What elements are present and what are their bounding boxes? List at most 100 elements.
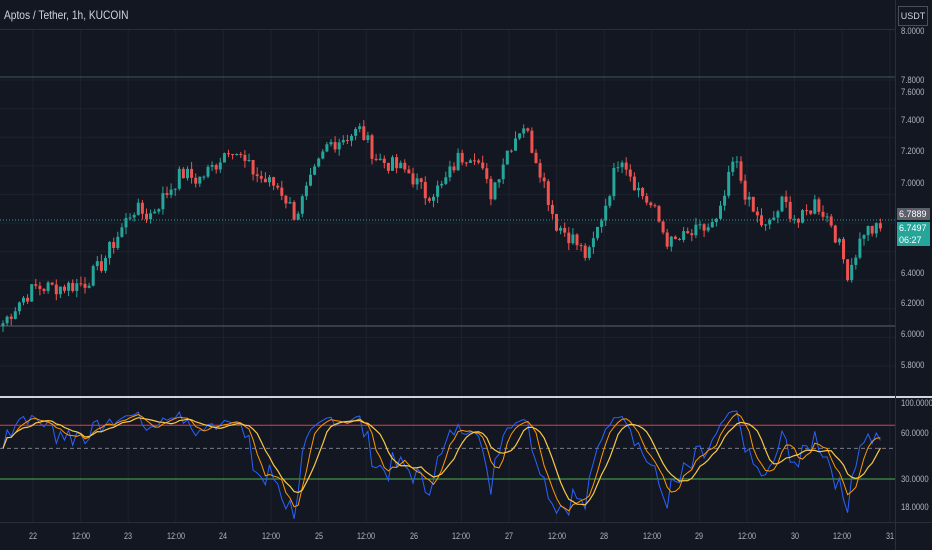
candle-body (145, 213, 148, 220)
candle-body (444, 177, 448, 184)
candle-body (727, 171, 731, 196)
candle-body (276, 185, 280, 188)
candle-body (259, 176, 263, 179)
candle-body (112, 242, 116, 248)
candle-body (153, 211, 157, 214)
candle-body (419, 178, 423, 182)
candle-body (50, 282, 54, 285)
candle-body (108, 242, 112, 259)
candle-body (157, 209, 161, 212)
candle-body (661, 221, 665, 233)
candle-body (333, 142, 337, 150)
time-tick: 26 (409, 531, 418, 541)
candle-body (222, 153, 226, 163)
candle-body (206, 166, 210, 177)
candle-body (596, 226, 599, 239)
candle-body (874, 223, 878, 234)
time-tick: 31 (885, 531, 894, 541)
candle-body (854, 257, 858, 265)
price-chart[interactable] (0, 0, 895, 522)
current-price-label: 6.7497 (897, 222, 930, 234)
candle-body (497, 179, 501, 183)
candle-body (161, 193, 165, 210)
candle-body (272, 177, 276, 186)
candle-body (415, 178, 419, 185)
candle-body (26, 297, 30, 302)
candle-body (665, 232, 669, 247)
rsi-tick: 100.0000 (901, 398, 932, 408)
candle-body (366, 135, 370, 140)
candle-body (600, 220, 604, 227)
candle-body (493, 182, 497, 200)
rsi-tick: 60.0000 (901, 428, 929, 438)
candle-body (735, 161, 739, 163)
candle-body (42, 288, 46, 292)
time-tick: 23 (124, 531, 133, 541)
candle-body (653, 205, 657, 207)
candle-body (669, 236, 673, 247)
candle-body (686, 231, 690, 234)
candle-body (341, 140, 345, 143)
candle-body (784, 196, 788, 202)
candle-body (641, 187, 645, 197)
time-tick: 12:00 (642, 531, 661, 541)
price-tick: 5.8000 (901, 360, 925, 370)
candle-body (604, 205, 608, 221)
candle-body (71, 282, 75, 291)
time-tick: 12:00 (166, 531, 185, 541)
time-tick: 27 (504, 531, 514, 541)
candle-body (501, 164, 505, 180)
candle-body (747, 196, 751, 200)
candle-body (251, 159, 255, 175)
candle-body (317, 158, 321, 167)
candle-body (304, 185, 308, 197)
candle-body (214, 165, 218, 170)
candle-body (17, 302, 21, 312)
candle-body (378, 158, 382, 160)
candle-body (358, 126, 362, 129)
candle-body (489, 178, 493, 200)
candle-body (104, 258, 107, 271)
candle-body (694, 224, 698, 236)
candle-body (477, 160, 481, 163)
time-tick: 12:00 (547, 531, 566, 541)
candle-body (149, 213, 153, 220)
candle-body (825, 216, 829, 218)
candle-body (522, 128, 526, 134)
price-tick: 8.0000 (901, 26, 925, 36)
candle-body (427, 198, 431, 201)
candle-body (542, 177, 546, 182)
candle-body (63, 286, 66, 291)
candle-countdown: 06:27 (897, 234, 930, 246)
candle-body (538, 163, 542, 178)
candle-body (649, 202, 653, 206)
candle-body (58, 286, 62, 295)
candle-body (632, 176, 636, 191)
time-tick: 12:00 (71, 531, 90, 541)
rsi-ma-line (2, 413, 881, 512)
candle-body (95, 261, 99, 267)
candle-body (448, 166, 452, 178)
candle-body (464, 162, 468, 164)
candle-body (362, 126, 366, 140)
candle-body (239, 154, 243, 156)
candle-body (181, 168, 185, 179)
candle-body (518, 133, 522, 139)
time-tick: 12:00 (833, 531, 852, 541)
candle-body (862, 235, 866, 239)
candle-body (563, 227, 567, 233)
currency-button[interactable]: USDT (898, 6, 928, 26)
candle-body (567, 232, 571, 244)
candle-body (731, 161, 735, 172)
price-tick: 6.0000 (901, 329, 925, 339)
candle-body (837, 238, 841, 243)
candle-body (231, 153, 235, 155)
candle-body (325, 144, 329, 152)
time-tick: 12:00 (261, 531, 281, 541)
pane-separator[interactable] (0, 396, 932, 398)
candle-body (559, 227, 563, 231)
candle-body (526, 128, 530, 131)
candle-body (637, 187, 640, 191)
candle-body (772, 217, 776, 220)
candle-body (821, 211, 825, 217)
